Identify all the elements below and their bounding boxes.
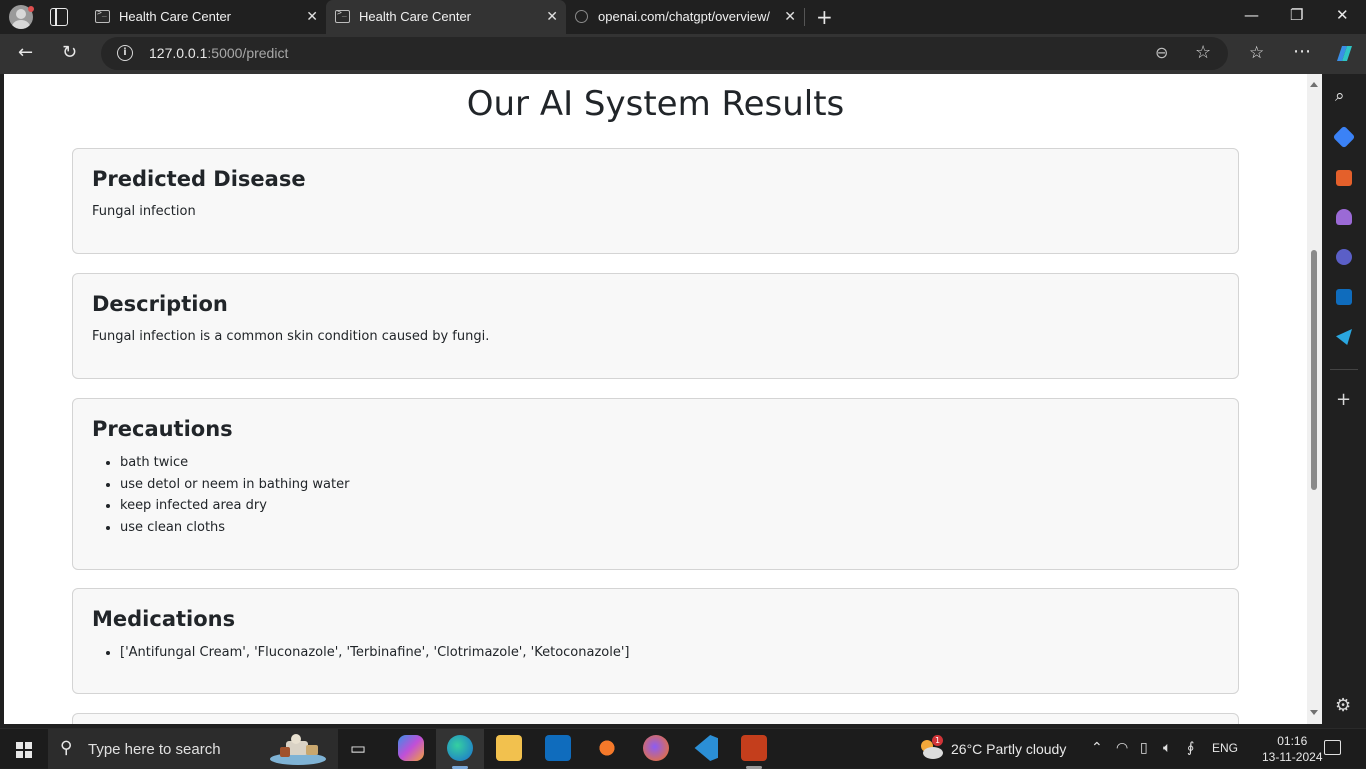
precautions-card: Precautions bath twice use detol or neem… <box>72 398 1239 570</box>
address-bar[interactable]: i 127.0.0.1:5000/predict ⊖ ☆ <box>101 37 1228 70</box>
next-card <box>72 713 1239 724</box>
tab-actions-icon[interactable] <box>50 8 68 26</box>
vscode-icon[interactable] <box>694 735 718 761</box>
notification-center-icon[interactable] <box>1324 740 1341 755</box>
tab-health-care-2[interactable]: Health Care Center ✕ <box>326 0 566 34</box>
card-heading: Predicted Disease <box>92 167 306 191</box>
terminal-icon <box>95 8 110 23</box>
globe-icon <box>575 10 588 23</box>
tab-label: Health Care Center <box>359 9 471 24</box>
profile-notification-dot <box>28 6 34 12</box>
battery-icon[interactable]: ▯ <box>1140 740 1148 756</box>
search-icon: ⚲ <box>60 738 73 758</box>
blender-icon[interactable] <box>594 735 620 761</box>
tab-health-care-1[interactable]: Health Care Center ✕ <box>86 0 326 34</box>
tab-strip: Health Care Center ✕ Health Care Center … <box>0 0 1366 34</box>
network-wifi-icon[interactable]: ◠ <box>1116 740 1128 756</box>
edge-sidebar: ⌕ + ⚙ <box>1322 74 1366 724</box>
copilot-icon[interactable] <box>1333 43 1355 65</box>
close-window-button[interactable]: ✕ <box>1336 6 1349 24</box>
restore-button[interactable]: ❐ <box>1290 6 1303 24</box>
search-placeholder: Type here to search <box>88 741 221 758</box>
sidebar-settings-gear-icon[interactable]: ⚙ <box>1335 695 1351 716</box>
input-language[interactable]: ENG <box>1212 741 1238 755</box>
microphone-icon[interactable]: ∮ <box>1187 740 1194 756</box>
refresh-icon[interactable]: ↻ <box>62 42 77 63</box>
close-tab-icon[interactable]: ✕ <box>784 8 796 25</box>
card-heading: Medications <box>92 607 236 631</box>
close-tab-icon[interactable]: ✕ <box>306 8 318 25</box>
powerpoint-icon[interactable] <box>741 735 767 761</box>
tab-openai[interactable]: openai.com/chatgpt/overview/ ✕ <box>566 0 804 34</box>
show-hidden-icons-chevron-icon[interactable]: ⌃ <box>1091 740 1103 756</box>
list-item: keep infected area dry <box>120 495 349 517</box>
search-highlight-illustration-icon <box>270 734 326 765</box>
file-explorer-icon[interactable] <box>496 735 522 761</box>
taskbar-clock[interactable]: 01:16 13-11-2024 <box>1262 733 1323 765</box>
games-icon[interactable] <box>1336 209 1352 225</box>
predicted-disease-text: Fungal infection <box>92 204 196 219</box>
clock-date: 13-11-2024 <box>1262 750 1323 764</box>
tab-label: Health Care Center <box>119 9 231 24</box>
windows-start-icon[interactable] <box>16 742 32 758</box>
sidebar-divider <box>1330 369 1358 370</box>
list-item: bath twice <box>120 452 349 474</box>
description-text: Fungal infection is a common skin condit… <box>92 329 490 344</box>
close-tab-icon[interactable]: ✕ <box>546 8 558 25</box>
list-item: ['Antifungal Cream', 'Fluconazole', 'Ter… <box>120 642 630 664</box>
card-heading: Description <box>92 292 228 316</box>
weather-alert-badge: 1 <box>932 735 943 746</box>
url-text[interactable]: 127.0.0.1:5000/predict <box>149 45 288 61</box>
card-heading: Precautions <box>92 417 233 441</box>
edge-browser-icon[interactable] <box>447 735 473 761</box>
browser-toolbar: ← ↻ i 127.0.0.1:5000/predict ⊖ ☆ ☆ ⋯ <box>0 34 1366 74</box>
weather-text: 26°C Partly cloudy <box>951 741 1067 757</box>
page-scrollbar[interactable] <box>1307 74 1322 724</box>
page-title: Our AI System Results <box>466 84 845 124</box>
description-card: Description Fungal infection is a common… <box>72 273 1239 379</box>
tab-separator <box>804 8 805 26</box>
tab-label: openai.com/chatgpt/overview/ <box>598 9 770 24</box>
predicted-disease-card: Predicted Disease Fungal infection <box>72 148 1239 254</box>
clock-time: 01:16 <box>1277 734 1308 748</box>
tools-icon[interactable] <box>1336 170 1352 186</box>
favorite-star-icon[interactable]: ☆ <box>1195 42 1211 63</box>
task-view-icon[interactable]: ▭ <box>350 739 366 759</box>
medications-list: ['Antifungal Cream', 'Fluconazole', 'Ter… <box>120 642 630 664</box>
minimize-button[interactable]: — <box>1244 6 1259 24</box>
add-sidebar-app-icon[interactable]: + <box>1336 389 1351 410</box>
shopping-tag-icon[interactable] <box>1332 125 1356 149</box>
outlook-icon[interactable] <box>1336 289 1352 305</box>
new-tab-button[interactable]: + <box>816 5 833 29</box>
precautions-list: bath twice use detol or neem in bathing … <box>120 452 349 538</box>
list-item: use clean cloths <box>120 517 349 539</box>
back-arrow-icon[interactable]: ← <box>18 42 33 63</box>
scroll-down-icon[interactable] <box>1310 710 1318 715</box>
page-content: Our AI System Results Predicted Disease … <box>4 74 1307 724</box>
favorites-icon[interactable]: ☆ <box>1249 43 1264 63</box>
windows-taskbar: ⚲ Type here to search ▭ 1 26°C Partly cl… <box>0 728 1366 769</box>
url-host: 127.0.0.1 <box>149 45 208 61</box>
outlook-taskbar-icon[interactable] <box>545 735 571 761</box>
speaker-volume-icon[interactable]: 🔈︎ <box>1163 740 1171 756</box>
terminal-icon <box>335 8 350 23</box>
list-item: use detol or neem in bathing water <box>120 474 349 496</box>
firefox-icon[interactable] <box>643 735 669 761</box>
more-options-icon[interactable]: ⋯ <box>1293 41 1311 62</box>
copilot-taskbar-icon[interactable] <box>398 735 424 761</box>
search-icon[interactable]: ⌕ <box>1335 86 1345 106</box>
url-path: :5000/predict <box>207 45 289 61</box>
weather-widget[interactable]: 1 26°C Partly cloudy <box>918 735 1066 765</box>
medications-card: Medications ['Antifungal Cream', 'Flucon… <box>72 588 1239 694</box>
scroll-thumb[interactable] <box>1311 250 1317 490</box>
microsoft-365-icon[interactable] <box>1336 249 1352 265</box>
scroll-up-icon[interactable] <box>1310 82 1318 87</box>
send-icon[interactable] <box>1336 329 1352 345</box>
site-info-icon[interactable]: i <box>117 45 133 61</box>
zoom-icon[interactable]: ⊖ <box>1155 43 1168 62</box>
